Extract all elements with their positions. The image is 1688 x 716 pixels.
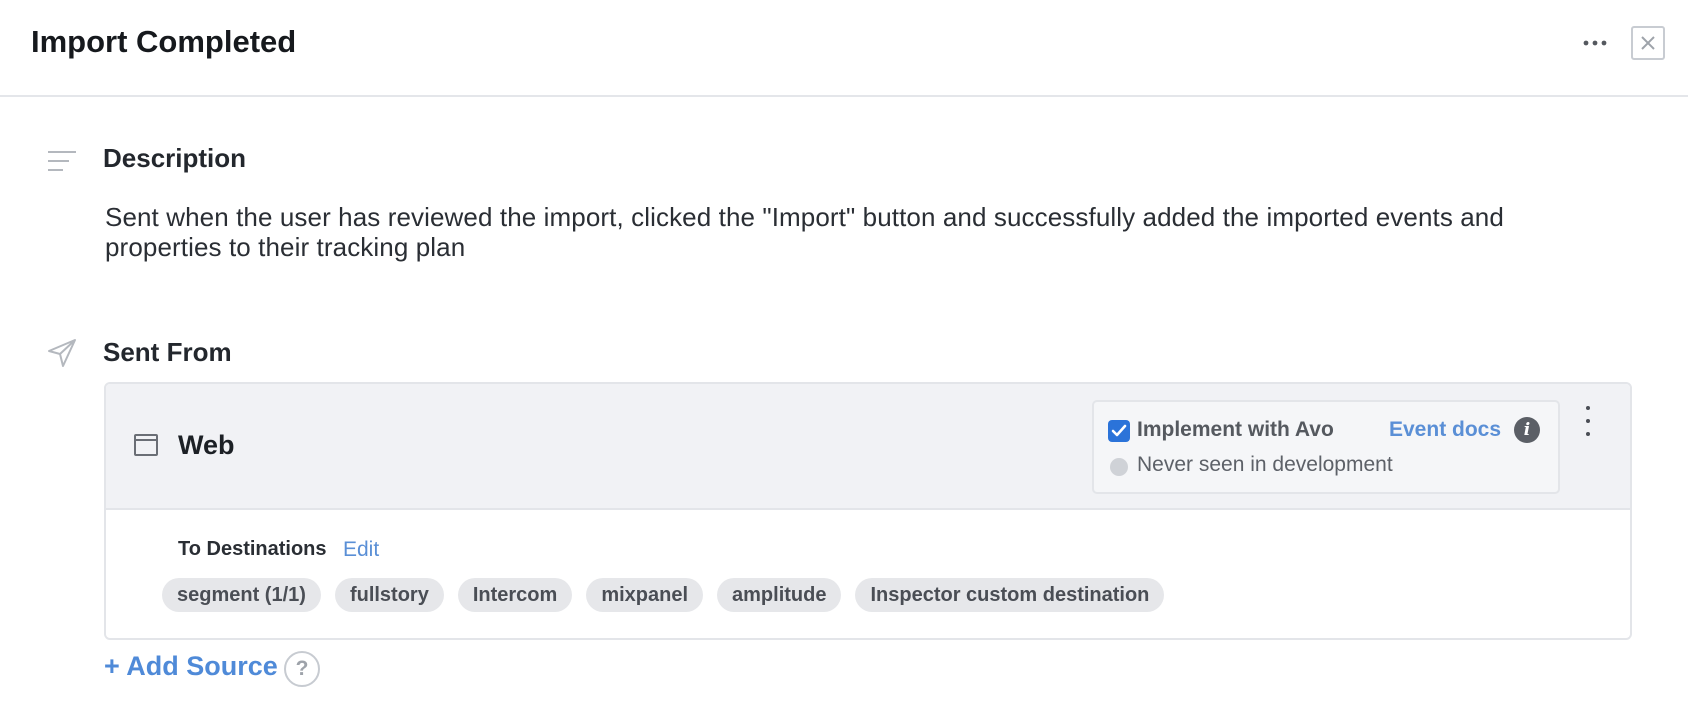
implement-with-avo-checkbox[interactable] xyxy=(1108,420,1130,442)
add-source-button[interactable]: + Add Source xyxy=(104,651,278,682)
panel-header: Import Completed xyxy=(0,0,1688,97)
source-card-header: Web Implement with Avo Event docs i Neve… xyxy=(106,384,1630,510)
close-button[interactable] xyxy=(1631,26,1665,60)
edit-destinations-link[interactable]: Edit xyxy=(343,538,379,562)
kebab-dot xyxy=(1586,432,1590,436)
send-icon xyxy=(48,339,76,367)
text-lines-icon xyxy=(48,151,76,171)
destination-pill: amplitude xyxy=(717,578,842,612)
destination-pill: segment (1/1) xyxy=(162,578,321,612)
status-dot xyxy=(1110,458,1128,476)
source-card: Web Implement with Avo Event docs i Neve… xyxy=(104,382,1632,640)
kebab-dot xyxy=(1586,419,1590,423)
implementation-status: Never seen in development xyxy=(1137,453,1393,476)
destination-pill: mixpanel xyxy=(586,578,704,612)
sent-from-heading: Sent From xyxy=(103,337,232,367)
help-icon[interactable]: ? xyxy=(284,651,320,687)
destination-pill: Inspector custom destination xyxy=(855,578,1165,612)
close-icon xyxy=(1641,36,1655,50)
destination-pill: fullstory xyxy=(334,578,444,612)
description-text[interactable]: Sent when the user has reviewed the impo… xyxy=(105,202,1625,262)
source-name: Web xyxy=(178,430,235,460)
checkmark-icon xyxy=(1111,424,1127,437)
more-options-button[interactable] xyxy=(1578,26,1612,60)
more-horizontal-icon xyxy=(1583,40,1607,46)
info-icon[interactable]: i xyxy=(1514,417,1540,443)
destinations-label: To Destinations xyxy=(178,538,327,560)
description-heading: Description xyxy=(103,143,247,173)
page-title: Import Completed xyxy=(31,24,297,59)
implementation-panel: Implement with Avo Event docs i Never se… xyxy=(1092,400,1560,494)
browser-window-icon xyxy=(134,434,158,456)
kebab-dot xyxy=(1586,406,1590,410)
implement-with-avo-label[interactable]: Implement with Avo xyxy=(1137,418,1334,442)
destination-pill: Intercom xyxy=(457,578,573,612)
event-docs-link[interactable]: Event docs xyxy=(1389,418,1501,442)
destination-list: segment (1/1) fullstory Intercom mixpane… xyxy=(162,578,1165,612)
source-options-button[interactable] xyxy=(1578,406,1598,436)
